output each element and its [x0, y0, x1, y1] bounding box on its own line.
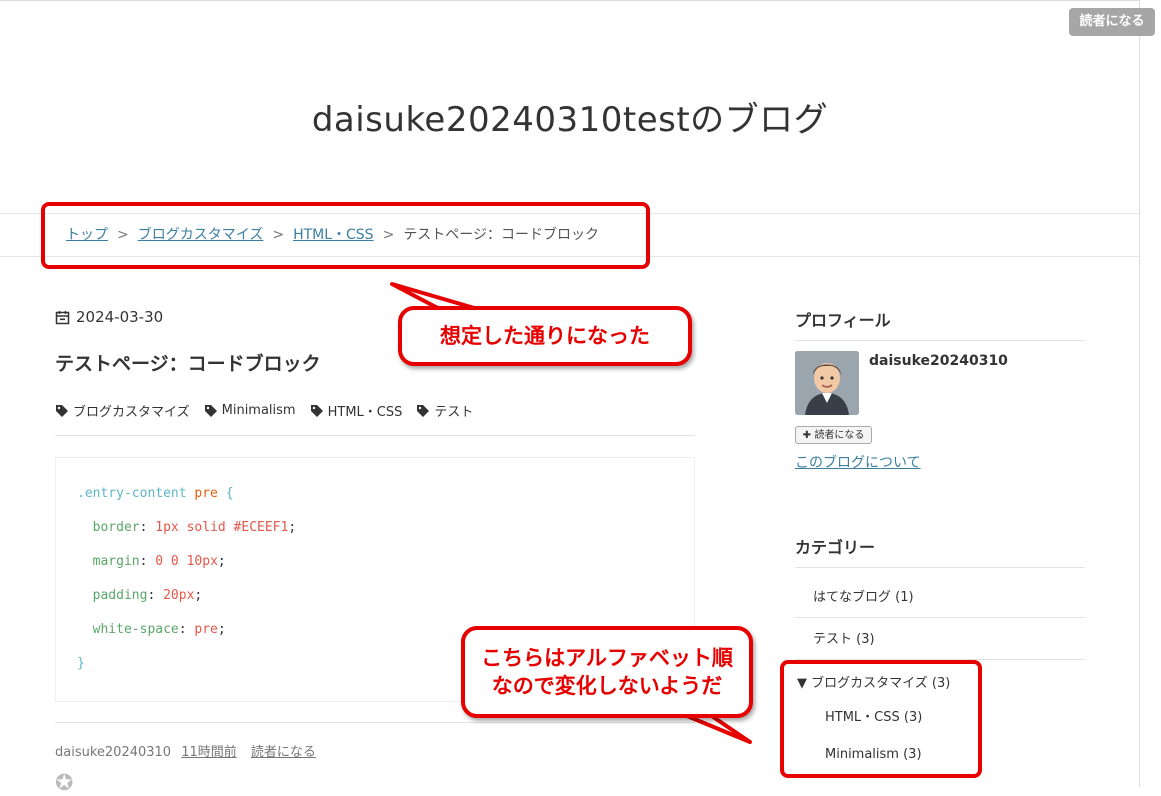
code-value: 1px solid #ECEEF1	[155, 520, 289, 535]
divider	[55, 435, 695, 436]
tag-html-css[interactable]: HTML・CSS	[310, 401, 403, 420]
post-author[interactable]: daisuke20240310	[55, 745, 171, 760]
tag-blog-customize[interactable]: ブログカスタマイズ	[55, 401, 190, 420]
profile-subscribe-button[interactable]: ✚ 読者になる	[795, 426, 872, 444]
tag-icon	[56, 404, 68, 417]
code-line: margin: 0 0 10px;	[92, 554, 226, 569]
code-property: white-space	[92, 622, 179, 637]
callout-top: 想定した通りになった	[398, 306, 692, 366]
tag-label: HTML・CSS	[327, 405, 403, 420]
tag-minimalism[interactable]: Minimalism	[204, 401, 296, 420]
tag-icon	[310, 404, 323, 417]
breadcrumb-highlight-box	[41, 202, 650, 269]
tag-label: ブログカスタマイズ	[73, 405, 190, 420]
divider	[55, 722, 695, 723]
blog-title[interactable]: daisuke20240310testのブログ	[0, 92, 1140, 141]
tag-icon	[417, 404, 430, 417]
subscribe-button[interactable]: 読者になる	[1069, 8, 1155, 36]
category-label: テスト (3)	[813, 632, 875, 647]
code-property: border	[92, 520, 140, 535]
add-star-icon[interactable]: ✪	[55, 771, 73, 796]
category-item[interactable]: はてなブログ (1)	[795, 577, 1085, 618]
category-heading: カテゴリー	[795, 534, 1085, 568]
code-selector: .entry-content	[77, 486, 187, 501]
code-line: border: 1px solid #ECEEF1;	[92, 520, 297, 535]
post-date-text: 2024-03-30	[76, 308, 164, 326]
callout-bottom: こちらはアルファベット順 なので変化しないようだ	[461, 626, 753, 718]
code-line: .entry-content pre {	[77, 486, 234, 501]
post-title[interactable]: テストページ：コードブロック	[55, 349, 321, 376]
code-value: pre	[194, 622, 218, 637]
calendar-icon	[55, 310, 70, 324]
about-blog-link[interactable]: このブログについて	[795, 452, 921, 472]
code-property: margin	[92, 554, 140, 569]
code-value: 0 0 10px	[155, 554, 218, 569]
callout-bottom-line2: なので変化しないようだ	[491, 674, 723, 698]
post-tags: ブログカスタマイズ Minimalism HTML・CSS テスト	[55, 401, 473, 420]
profile-subscribe-label: 読者になる	[814, 430, 865, 441]
category-label: はてなブログ (1)	[813, 590, 914, 605]
code-brace: }	[77, 656, 85, 671]
avatar[interactable]	[795, 351, 859, 415]
tag-test[interactable]: テスト	[416, 401, 473, 420]
post-date: 2024-03-30	[55, 308, 163, 326]
plus-icon: ✚	[802, 430, 815, 441]
code-line: }	[77, 656, 85, 671]
code-property: padding	[92, 588, 148, 603]
tag-icon	[204, 404, 217, 417]
tag-label: テスト	[434, 405, 474, 420]
category-highlight-box	[780, 660, 982, 778]
code-brace: {	[225, 486, 234, 501]
category-item[interactable]: テスト (3)	[795, 619, 1085, 660]
profile-name[interactable]: daisuke20240310	[869, 353, 1008, 369]
code-value: 20px	[163, 588, 195, 603]
tag-label: Minimalism	[221, 403, 296, 418]
code-line: padding: 20px;	[92, 588, 203, 603]
code-line: white-space: pre;	[92, 622, 226, 637]
post-subscribe-link[interactable]: 読者になる	[251, 745, 316, 760]
profile-heading: プロフィール	[795, 307, 1085, 341]
callout-bottom-line1: こちらはアルファベット順	[481, 646, 733, 670]
post-footer: daisuke20240310 11時間前 読者になる	[55, 741, 316, 760]
code-element: pre	[194, 486, 218, 501]
post-time-link[interactable]: 11時間前	[181, 745, 237, 760]
avatar-image	[795, 351, 859, 415]
